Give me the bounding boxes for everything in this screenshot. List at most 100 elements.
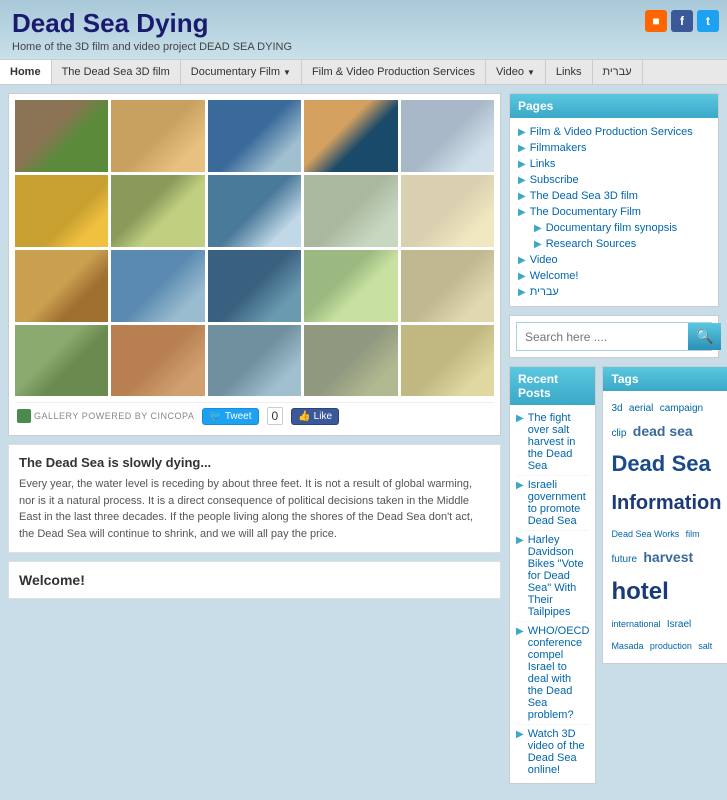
pages-widget: Pages ▶Film & Video Production Services … xyxy=(509,93,719,307)
welcome-heading: Welcome! xyxy=(19,572,490,588)
tags-section: Tags 3d aerial campaign clip dead sea De… xyxy=(602,366,727,664)
arrow-icon: ▶ xyxy=(516,729,524,740)
pages-widget-body: ▶Film & Video Production Services ▶Filmm… xyxy=(510,118,718,306)
gallery-thumb[interactable] xyxy=(111,250,204,322)
post-link[interactable]: ▶The fight over salt harvest in the Dead… xyxy=(516,409,589,476)
gallery-thumb[interactable] xyxy=(15,250,108,322)
post-link[interactable]: ▶Israeli government to promote Dead Sea xyxy=(516,476,589,531)
arrow-icon: ▶ xyxy=(518,255,526,266)
tag-international[interactable]: international xyxy=(611,619,660,629)
tag-hotel[interactable]: hotel xyxy=(611,578,668,605)
tag-dead-sea-small[interactable]: dead sea xyxy=(633,423,693,439)
gallery-thumb[interactable] xyxy=(304,325,397,397)
page-link-subscribe[interactable]: ▶Subscribe xyxy=(518,172,710,188)
page-link-links[interactable]: ▶Links xyxy=(518,156,710,172)
page-link-filmmakers[interactable]: ▶Filmmakers xyxy=(518,140,710,156)
dropdown-arrow-documentary: ▼ xyxy=(283,68,291,77)
arrow-icon: ▶ xyxy=(518,143,526,154)
search-icon: 🔍 xyxy=(696,328,713,344)
thumbs-up-icon: 👍 xyxy=(298,411,310,422)
page-link-video[interactable]: ▶Video xyxy=(518,252,710,268)
welcome-section: Welcome! xyxy=(8,561,501,599)
page-link-documentary[interactable]: ▶The Documentary Film xyxy=(518,204,710,220)
cincopa-icon xyxy=(17,409,31,423)
gallery-thumb[interactable] xyxy=(401,175,494,247)
page-link-film-video[interactable]: ▶Film & Video Production Services xyxy=(518,124,710,140)
page-link-welcome[interactable]: ▶Welcome! xyxy=(518,268,710,284)
arrow-icon: ▶ xyxy=(516,626,524,637)
gallery-thumb[interactable] xyxy=(15,100,108,172)
recent-posts-body: ▶The fight over salt harvest in the Dead… xyxy=(510,405,595,783)
sidebar-bottom: Recent Posts ▶The fight over salt harves… xyxy=(509,366,719,792)
tag-dead-sea-works[interactable]: Dead Sea Works xyxy=(611,529,679,539)
search-button[interactable]: 🔍 xyxy=(688,323,721,350)
nav-item-links[interactable]: Links xyxy=(546,60,593,84)
tags-body: 3d aerial campaign clip dead sea Dead Se… xyxy=(603,391,727,663)
tag-information[interactable]: Information xyxy=(611,485,721,521)
gallery-grid xyxy=(15,100,494,396)
tag-masada[interactable]: Masada xyxy=(611,641,643,651)
page-link-synopsis[interactable]: ▶Documentary film synopsis xyxy=(518,220,710,236)
tweet-button[interactable]: 🐦 Tweet xyxy=(202,408,258,425)
twitter-icon[interactable]: t xyxy=(697,10,719,32)
tag-salt[interactable]: salt xyxy=(698,641,712,651)
tag-3d[interactable]: 3d xyxy=(611,403,622,414)
recent-posts-section: Recent Posts ▶The fight over salt harves… xyxy=(509,366,596,784)
page-link-hebrew[interactable]: ▶עברית xyxy=(518,284,710,300)
tag-future[interactable]: future xyxy=(611,554,637,565)
gallery-thumb[interactable] xyxy=(15,175,108,247)
search-widget: 🔍 xyxy=(509,315,719,358)
tag-dead[interactable]: Dead xyxy=(611,451,665,476)
like-button[interactable]: 👍 Like xyxy=(291,408,339,425)
page-link-research[interactable]: ▶Research Sources xyxy=(518,236,710,252)
tag-film[interactable]: film xyxy=(686,529,700,539)
facebook-icon[interactable]: f xyxy=(671,10,693,32)
gallery-thumb[interactable] xyxy=(15,325,108,397)
gallery-thumb[interactable] xyxy=(208,325,301,397)
arrow-icon: ▶ xyxy=(516,413,524,424)
gallery-thumb[interactable] xyxy=(401,250,494,322)
tag-campaign[interactable]: campaign xyxy=(660,403,703,414)
arrow-icon: ▶ xyxy=(518,159,526,170)
tag-production[interactable]: production xyxy=(650,641,692,651)
recent-posts-header: Recent Posts xyxy=(510,367,595,405)
article-section: The Dead Sea is slowly dying... Every ye… xyxy=(8,444,501,553)
gallery-thumb[interactable] xyxy=(208,250,301,322)
nav-item-video[interactable]: Video ▼ xyxy=(486,60,546,84)
tag-sea[interactable]: Sea xyxy=(672,451,711,476)
tag-israel[interactable]: Israel xyxy=(667,619,691,630)
page-link-3dfilm[interactable]: ▶The Dead Sea 3D film xyxy=(518,188,710,204)
article-heading: The Dead Sea is slowly dying... xyxy=(19,455,490,470)
tag-aerial[interactable]: aerial xyxy=(629,403,653,414)
nav-item-film-video[interactable]: Film & Video Production Services xyxy=(302,60,486,84)
site-tagline: Home of the 3D film and video project DE… xyxy=(12,41,715,53)
arrow-icon: ▶ xyxy=(534,239,542,250)
gallery-thumb[interactable] xyxy=(304,175,397,247)
gallery-footer: Gallery Powered by Cincopa 🐦 Tweet 0 👍 L… xyxy=(15,402,494,429)
gallery-thumb[interactable] xyxy=(111,100,204,172)
post-link[interactable]: ▶Watch 3D video of the Dead Sea online! xyxy=(516,725,589,779)
arrow-icon: ▶ xyxy=(516,535,524,546)
tag-clip[interactable]: clip xyxy=(611,428,626,439)
gallery-thumb[interactable] xyxy=(208,100,301,172)
gallery-thumb[interactable] xyxy=(401,100,494,172)
arrow-icon: ▶ xyxy=(518,207,526,218)
gallery-thumb[interactable] xyxy=(304,100,397,172)
site-title[interactable]: Dead Sea Dying xyxy=(12,8,715,39)
gallery-thumb[interactable] xyxy=(401,325,494,397)
tag-harvest[interactable]: harvest xyxy=(643,549,693,565)
search-input[interactable] xyxy=(517,325,688,349)
tweet-count: 0 xyxy=(267,407,284,425)
nav-item-documentary[interactable]: Documentary Film ▼ xyxy=(181,60,302,84)
article-body: Every year, the water level is receding … xyxy=(19,476,490,542)
gallery-thumb[interactable] xyxy=(111,175,204,247)
rss-icon[interactable]: ■ xyxy=(645,10,667,32)
nav-item-hebrew[interactable]: עברית xyxy=(593,60,643,84)
gallery-thumb[interactable] xyxy=(304,250,397,322)
gallery-thumb[interactable] xyxy=(208,175,301,247)
gallery-thumb[interactable] xyxy=(111,325,204,397)
arrow-icon: ▶ xyxy=(516,480,524,491)
nav-item-home[interactable]: Home xyxy=(0,60,52,84)
nav-item-dead-sea-3d[interactable]: The Dead Sea 3D film xyxy=(52,60,181,84)
post-link[interactable]: ▶WHO/OECD conference compel Israel to de… xyxy=(516,622,589,725)
